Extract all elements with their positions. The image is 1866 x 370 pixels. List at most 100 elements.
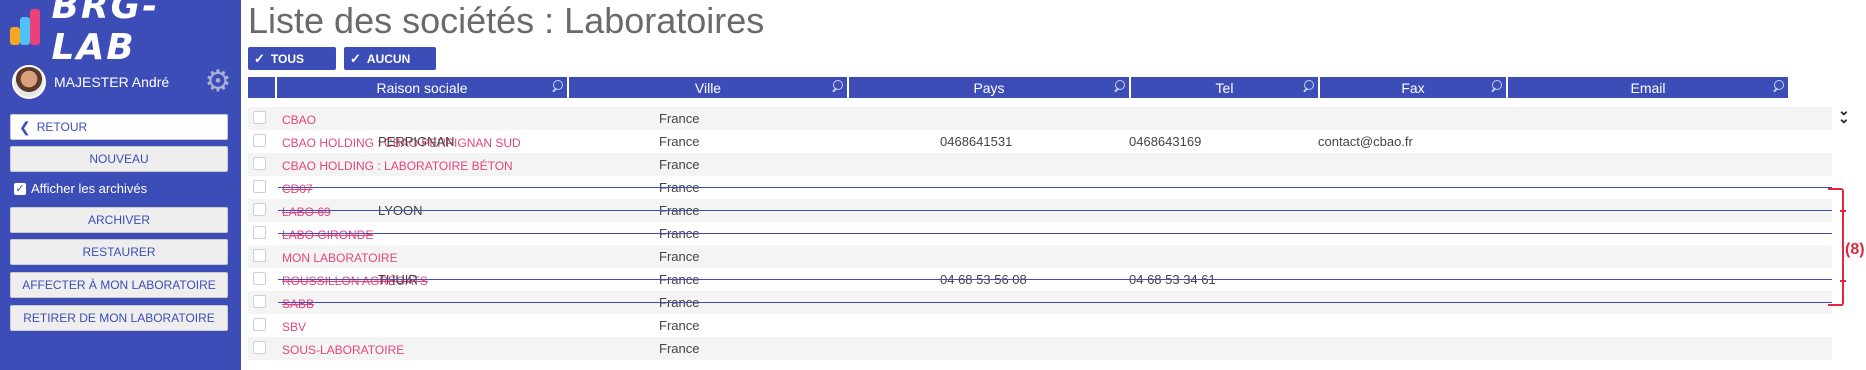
column-label: Ville <box>694 79 722 96</box>
archive-button-label: ARCHIVER <box>87 213 150 227</box>
company-name-link[interactable]: LABO GIRONDE <box>282 228 373 242</box>
company-name-link[interactable]: CD07 <box>282 182 313 196</box>
row-checkbox[interactable] <box>253 203 266 216</box>
sidebar: BRG-LAB MAJESTER André ⚙ ❮ RETOUR NOUVEA… <box>0 0 241 370</box>
cell-country: France <box>659 157 700 172</box>
page-title: Liste des sociétés : Laboratoires <box>248 0 765 41</box>
restore-button[interactable]: RESTAURER <box>10 239 228 265</box>
archived-strike-line <box>278 233 1832 234</box>
row-checkbox[interactable] <box>253 111 266 124</box>
show-archived-label: Afficher les archivés <box>31 181 148 196</box>
row-checkbox[interactable] <box>253 157 266 170</box>
search-icon[interactable] <box>831 80 843 92</box>
bracket-tick <box>1840 280 1846 282</box>
row-checkbox[interactable] <box>253 249 266 262</box>
select-all-label: TOUS <box>270 51 305 66</box>
company-name-link[interactable]: MON LABORATOIRE <box>282 251 398 265</box>
app-root: BRG-LAB MAJESTER André ⚙ ❮ RETOUR NOUVEA… <box>0 0 1866 370</box>
column-label: Tel <box>1215 79 1234 96</box>
select-none-button[interactable]: ✓ AUCUN <box>344 47 436 70</box>
archived-strike-line <box>278 210 1832 211</box>
cell-city: PERPIGNAN <box>378 134 455 149</box>
table-row[interactable]: LABO 69 LYOON France <box>248 199 1832 222</box>
company-name-link[interactable]: SABB <box>282 297 314 311</box>
cell-country: France <box>659 341 700 356</box>
assign-to-lab-button[interactable]: AFFECTER À MON LABORATOIRE <box>10 272 228 298</box>
row-checkbox[interactable] <box>253 318 266 331</box>
select-none-label: AUCUN <box>366 51 411 66</box>
table-row[interactable]: LABO GIRONDE France <box>248 222 1832 245</box>
search-icon[interactable] <box>1490 80 1502 92</box>
table-row[interactable]: ROUSSILLON AGRÉGATS THUIR France 04 68 53 5… <box>248 268 1832 291</box>
search-icon[interactable] <box>1772 80 1784 92</box>
new-button-label: NOUVEAU <box>89 152 149 166</box>
chevron-left-icon: ❮ <box>19 118 31 135</box>
archived-bracket <box>1828 188 1844 306</box>
back-button-label: RETOUR <box>36 120 88 134</box>
remove-from-lab-label: RETIRER DE MON LABORATOIRE <box>23 311 215 325</box>
back-button[interactable]: ❮ RETOUR <box>10 114 228 140</box>
archived-strike-line <box>278 187 1832 188</box>
cell-country: France <box>659 249 700 264</box>
cell-email: contact@cbao.fr <box>1318 134 1413 149</box>
app-logo[interactable]: BRG-LAB <box>8 0 241 68</box>
cell-tel: 0468641531 <box>940 134 1013 149</box>
column-label: Email <box>1630 79 1666 96</box>
remove-from-lab-button[interactable]: RETIRER DE MON LABORATOIRE <box>10 305 228 331</box>
column-header-raison-sociale[interactable]: Raison sociale <box>277 77 567 98</box>
table-row[interactable]: SOUS-LABORATOIRE France <box>248 337 1832 360</box>
column-label: Pays <box>973 79 1005 96</box>
company-name-link[interactable]: SBV <box>282 320 306 334</box>
avatar[interactable] <box>12 65 46 99</box>
table-row[interactable]: SABB France <box>248 291 1832 314</box>
show-archived-toggle[interactable]: ✓ Afficher les archivés <box>14 181 147 196</box>
archive-button[interactable]: ARCHIVER <box>10 207 228 233</box>
search-icon[interactable] <box>1113 80 1125 92</box>
cell-fax: 0468643169 <box>1129 134 1202 149</box>
select-all-button[interactable]: ✓ TOUS <box>248 47 336 70</box>
row-checkbox[interactable] <box>253 134 266 147</box>
company-name-link[interactable]: CBAO HOLDING : LABORATOIRE BÉTON <box>282 159 513 173</box>
row-checkbox[interactable] <box>253 180 266 193</box>
show-archived-checkbox[interactable]: ✓ <box>14 182 26 195</box>
column-header-fax[interactable]: Fax <box>1320 77 1506 98</box>
logo-icon <box>8 7 48 47</box>
bracket-tick <box>1840 210 1846 212</box>
column-header-ville[interactable]: Ville <box>569 77 847 98</box>
table-row[interactable]: MON LABORATOIRE France <box>248 245 1832 268</box>
new-button[interactable]: NOUVEAU <box>10 146 228 172</box>
column-label: Fax <box>1401 79 1425 96</box>
column-header-email[interactable]: Email <box>1508 77 1788 98</box>
row-checkbox[interactable] <box>253 295 266 308</box>
user-panel: MAJESTER André ⚙ <box>12 64 232 100</box>
archived-strike-line <box>278 302 1832 303</box>
row-checkbox[interactable] <box>253 341 266 354</box>
restore-button-label: RESTAURER <box>82 245 156 259</box>
check-icon: ✓ <box>350 50 361 66</box>
table-row[interactable]: CBAO HOLDING : LABORATOIRE BÉTON France <box>248 153 1832 176</box>
column-header-tel[interactable]: Tel <box>1131 77 1318 98</box>
row-checkbox[interactable] <box>253 272 266 285</box>
cell-country: France <box>659 111 700 126</box>
assign-to-lab-label: AFFECTER À MON LABORATOIRE <box>22 278 216 292</box>
archived-strike-line <box>278 279 1832 280</box>
gear-icon[interactable]: ⚙ <box>204 67 232 97</box>
table-row[interactable]: CBAO France <box>248 107 1832 130</box>
table-row[interactable]: SBV France <box>248 314 1832 337</box>
company-name-link[interactable]: LABO 69 <box>282 205 331 219</box>
header-select-column <box>248 77 275 98</box>
table-row[interactable]: CBAO HOLDING : CBAO PERPIGNAN SUD PERPIGN… <box>248 130 1832 153</box>
check-icon: ✓ <box>254 50 265 66</box>
column-header-pays[interactable]: Pays <box>849 77 1129 98</box>
search-icon[interactable] <box>1302 80 1314 92</box>
company-name-link[interactable]: SOUS-LABORATOIRE <box>282 343 404 357</box>
cell-country: France <box>659 318 700 333</box>
company-name-link[interactable]: CBAO <box>282 113 316 127</box>
cell-country: France <box>659 134 700 149</box>
table-row[interactable]: CD07 France <box>248 176 1832 199</box>
row-checkbox[interactable] <box>253 226 266 239</box>
search-icon[interactable] <box>551 80 563 92</box>
user-name: MAJESTER André <box>54 74 170 90</box>
table-header: Raison sociale Ville Pays Tel Fax Email <box>248 77 1841 98</box>
double-chevron-down-icon[interactable]: ⌄ ⌄ <box>1838 103 1850 125</box>
